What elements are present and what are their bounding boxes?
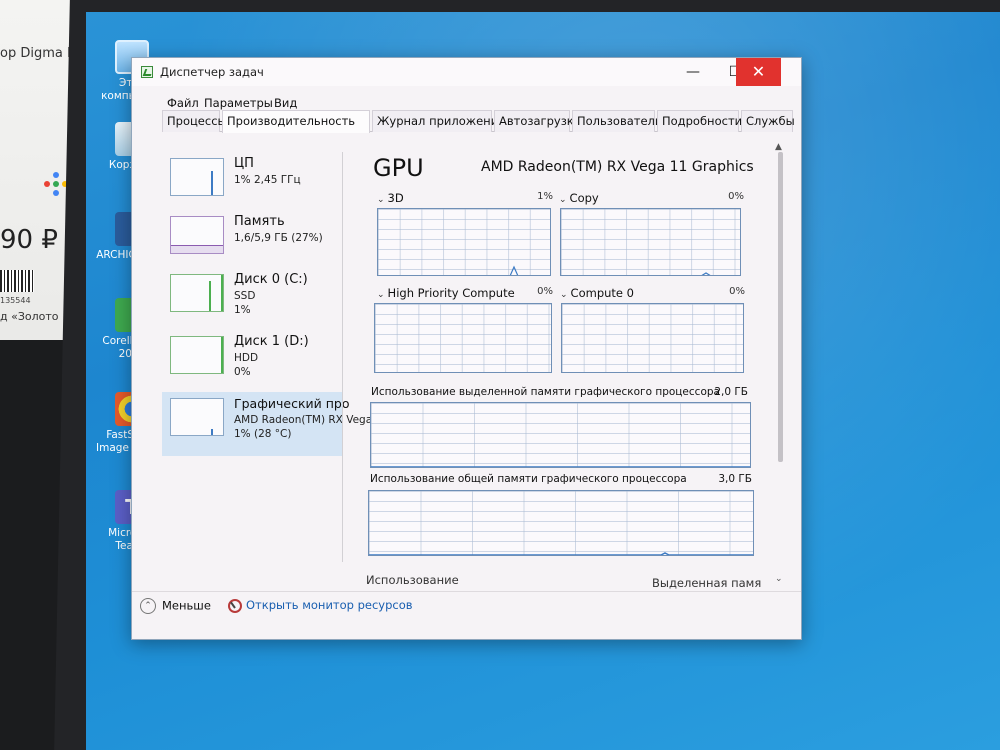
resource-monitor-label: Открыть монитор ресурсов (246, 598, 413, 612)
resource-detail: AMD Radeon(TM) RX Vega (234, 414, 373, 426)
tab-processes[interactable]: Процессы (162, 110, 227, 132)
resource-detail: 1,6/5,9 ГБ (27%) (234, 232, 323, 244)
paper-code: 135544 (0, 296, 31, 305)
scroll-down-icon[interactable]: ⌄ (775, 574, 783, 584)
cpu-thumbnail-graph (170, 158, 224, 196)
shared-memory-line (369, 552, 753, 555)
tab-details[interactable]: Подробности (657, 110, 742, 132)
disk0-thumbnail-graph (170, 274, 224, 312)
dedicated-memory-line (371, 466, 750, 467)
tab-bar: Процессы Производительность Журнал прило… (162, 110, 795, 133)
menu-view[interactable]: Вид (274, 96, 297, 110)
task-manager-icon (141, 66, 153, 78)
chevron-down-icon: ⌄ (377, 290, 385, 300)
engine-value: 0% (729, 286, 745, 297)
resource-title: Память (234, 214, 285, 229)
shared-memory-value: 3,0 ГБ (718, 473, 752, 485)
resource-detail: 1% (28 °C) (234, 428, 292, 440)
resource-detail: 1% 2,45 ГГц (234, 174, 301, 186)
resource-memory[interactable]: Память 1,6/5,9 ГБ (27%) (162, 210, 342, 272)
chevron-down-icon: ⌄ (377, 195, 385, 205)
engine-copy-graph (560, 208, 741, 276)
engine-label: 3D (387, 191, 404, 205)
dedicated-memory-value: 2,0 ГБ (714, 386, 748, 398)
resource-title: ЦП (234, 156, 254, 171)
tab-app-history[interactable]: Журнал приложений (372, 110, 506, 132)
engine-value: 0% (537, 286, 553, 297)
resource-detail: 0% (234, 366, 251, 378)
engine-3d-line (509, 265, 519, 275)
resource-detail: SSD (234, 290, 256, 302)
chevron-down-icon: ⌄ (560, 290, 568, 300)
tab-performance[interactable]: Производительность (222, 110, 370, 133)
scroll-thumb[interactable] (778, 152, 783, 462)
resource-title: Графический про (234, 396, 350, 411)
gpu-thumbnail-graph (170, 398, 224, 436)
menu-options[interactable]: Параметры (204, 96, 273, 110)
resource-disk-1[interactable]: Диск 1 (D:) HDD 0% (162, 330, 342, 392)
engine-label: Compute 0 (570, 286, 634, 300)
shared-memory-label: Использование общей памяти графического … (370, 473, 687, 485)
google-dots-icon (44, 172, 68, 196)
menu-file[interactable]: Файл (167, 96, 199, 110)
paper-price: 90 ₽ (0, 225, 58, 255)
gpu-heading: GPU (373, 154, 424, 182)
tab-startup[interactable]: Автозагрузка (494, 110, 581, 132)
gpu-model-name: AMD Radeon(TM) RX Vega 11 Graphics (481, 159, 754, 175)
engine-3d-selector[interactable]: ⌄ 3D (377, 191, 404, 205)
resource-title: Диск 0 (C:) (234, 272, 308, 287)
resource-gpu[interactable]: Графический про AMD Radeon(TM) RX Vega 1… (162, 392, 372, 456)
resource-monitor-icon (228, 598, 242, 613)
chevron-up-icon: ⌃ (140, 598, 156, 614)
engine-value: 0% (728, 191, 744, 202)
close-button[interactable]: ✕ (736, 58, 781, 86)
fewer-details-label: Меньше (162, 598, 211, 613)
engine-copy-selector[interactable]: ⌄ Copy (559, 191, 599, 205)
scroll-up-icon[interactable]: ▲ (775, 142, 782, 152)
engine-compute0-selector[interactable]: ⌄ Compute 0 (560, 286, 634, 300)
resource-cpu[interactable]: ЦП 1% 2,45 ГГц (162, 152, 342, 214)
resource-list: ЦП 1% 2,45 ГГц Память 1,6/5,9 ГБ (27%) Д… (162, 152, 372, 562)
dedicated-memory-label: Использование выделенной памяти графичес… (371, 386, 720, 398)
resource-detail: 1% (234, 304, 251, 316)
resource-detail: HDD (234, 352, 259, 364)
engine-label: Copy (569, 191, 599, 205)
engine-3d-graph (377, 208, 551, 276)
footer-divider (132, 591, 801, 592)
minimize-button[interactable]: — (671, 58, 715, 86)
task-manager-window: Диспетчер задач — ☐ ✕ Файл Параметры Вид… (131, 57, 802, 640)
engine-high-priority-selector[interactable]: ⌄ High Priority Compute (377, 286, 515, 300)
title-bar[interactable]: Диспетчер задач — ☐ ✕ (132, 58, 801, 86)
usage-label: Использование (366, 573, 459, 587)
disk1-thumbnail-graph (170, 336, 224, 374)
shared-memory-graph (368, 490, 754, 556)
resource-disk-0[interactable]: Диск 0 (C:) SSD 1% (162, 268, 342, 330)
resource-title: Диск 1 (D:) (234, 334, 309, 349)
tab-users[interactable]: Пользователи (572, 110, 662, 132)
engine-copy-line (701, 272, 711, 275)
fewer-details-button[interactable]: ⌃ Меньше (140, 598, 211, 618)
panel-divider (342, 152, 343, 562)
tab-services[interactable]: Службы (741, 110, 795, 132)
engine-high-priority-graph (374, 303, 552, 373)
window-title: Диспетчер задач (160, 65, 264, 79)
dedicated-memory-footer-label: Выделенная памя (652, 576, 762, 590)
barcode-icon (0, 270, 34, 292)
vertical-scrollbar[interactable]: ▲ ⌄ (773, 142, 787, 587)
chevron-down-icon: ⌄ (559, 195, 567, 205)
open-resource-monitor-link[interactable]: Открыть монитор ресурсов (228, 598, 413, 613)
engine-compute0-graph (561, 303, 744, 373)
engine-value: 1% (537, 191, 553, 202)
memory-thumbnail-graph (170, 216, 224, 254)
paper-note: д «Золото (0, 310, 59, 323)
dedicated-memory-graph (370, 402, 751, 468)
engine-label: High Priority Compute (387, 286, 515, 300)
